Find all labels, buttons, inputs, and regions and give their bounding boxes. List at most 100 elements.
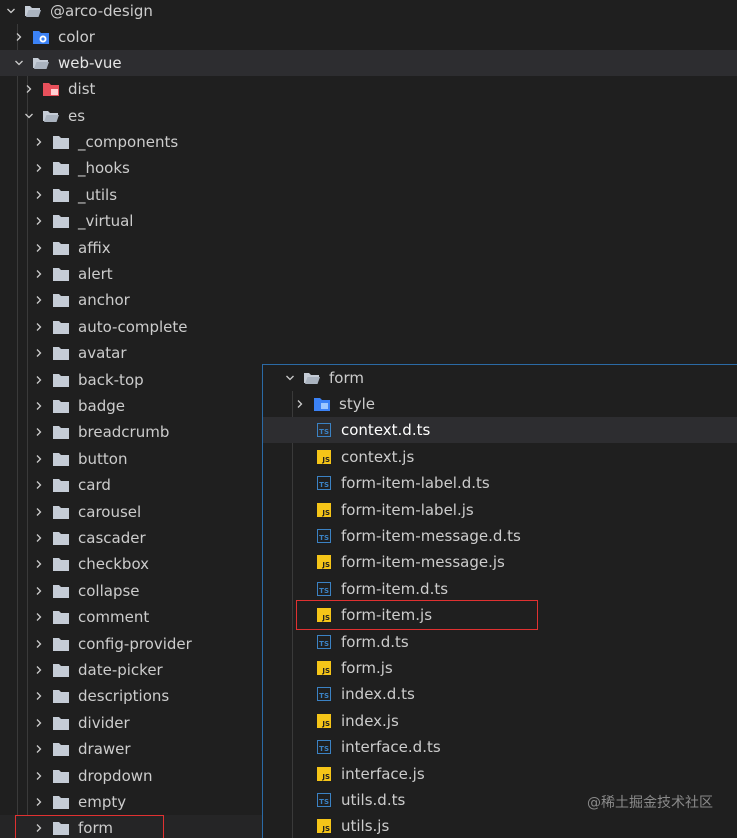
javascript-file-icon: JS — [315, 766, 333, 782]
folder-icon — [52, 160, 70, 176]
ts-badge-text: TS — [317, 687, 331, 702]
tree-item-label: comment — [78, 608, 150, 627]
tree-item-label: affix — [78, 238, 111, 257]
tree-item-affix[interactable]: affix — [0, 235, 737, 261]
tree-item-label: form-item-label.d.ts — [341, 474, 490, 493]
tree-item-label: collapse — [78, 581, 140, 600]
tree-item-label: utils.d.ts — [341, 791, 406, 809]
folder-icon — [52, 609, 70, 625]
tree-item-index-d-ts[interactable]: TS index.d.ts — [263, 681, 737, 707]
file-explorer: @arco-design color web-vue dist es _comp… — [0, 0, 737, 838]
chevron-right-icon — [293, 397, 307, 411]
form-folder-zoom-panel: form style TS context.d.ts JS context.js TS fo… — [262, 364, 737, 838]
tree-item-label: web-vue — [58, 54, 122, 72]
chevron-right-icon — [32, 769, 46, 783]
chevron-right-icon — [32, 716, 46, 730]
folder-icon — [52, 688, 70, 704]
javascript-file-icon: JS — [315, 713, 333, 729]
tree-item-context-d-ts[interactable]: TS context.d.ts — [263, 417, 737, 444]
js-badge-text: JS — [317, 766, 331, 781]
typescript-file-icon: TS — [315, 686, 333, 702]
js-badge-text: JS — [317, 502, 331, 517]
tree-item-index-js[interactable]: JS index.js — [263, 708, 737, 734]
ts-badge-text: TS — [317, 740, 331, 755]
tree-item-form-js[interactable]: JS form.js — [263, 655, 737, 681]
tree-item-form-d-ts[interactable]: TS form.d.ts — [263, 629, 737, 655]
folder-icon — [52, 530, 70, 546]
tree-item-avatar[interactable]: avatar — [0, 340, 737, 366]
chevron-right-icon — [32, 267, 46, 281]
folder-icon — [52, 424, 70, 440]
tree-item-context-js[interactable]: JS context.js — [263, 444, 737, 470]
tree-item-form-item-label-js[interactable]: JS form-item-label.js — [263, 497, 737, 523]
tree-item-label: descriptions — [78, 687, 170, 706]
tree-item-label: form-item-message.d.ts — [341, 527, 521, 545]
tree-item-label: index.js — [341, 711, 399, 730]
tree-item-underscore-virtual[interactable]: _virtual — [0, 208, 737, 234]
tree-item-label: config-provider — [78, 634, 192, 653]
chevron-right-icon — [32, 478, 46, 492]
folder-icon — [52, 292, 70, 308]
tree-item-label: _hooks — [78, 159, 130, 178]
folder-open-icon — [303, 370, 321, 386]
tree-item-interface-js[interactable]: JS interface.js — [263, 761, 737, 787]
chevron-right-icon — [32, 557, 46, 571]
chevron-right-icon — [32, 214, 46, 228]
tree-item-dist[interactable]: dist — [0, 76, 737, 102]
typescript-file-icon: TS — [315, 792, 333, 808]
tree-item-utils-js[interactable]: JS utils.js — [263, 813, 737, 838]
typescript-file-icon: TS — [315, 422, 333, 438]
tree-item-form-item-d-ts[interactable]: TS form-item.d.ts — [263, 576, 737, 602]
folder-open-icon — [32, 55, 50, 71]
js-badge-text: JS — [317, 819, 331, 834]
tree-item-label: es — [68, 107, 86, 125]
tree-item-style[interactable]: style — [263, 391, 737, 417]
chevron-right-icon — [32, 452, 46, 466]
chevron-right-icon — [32, 161, 46, 175]
tree-item-color[interactable]: color — [0, 24, 737, 50]
tree-item-underscore-components[interactable]: _components — [0, 129, 737, 155]
tree-item-underscore-hooks[interactable]: _hooks — [0, 155, 737, 181]
folder-icon — [52, 794, 70, 810]
tree-item-es[interactable]: es — [0, 103, 737, 129]
tree-item-label: carousel — [78, 502, 142, 521]
chevron-down-icon — [4, 4, 18, 18]
tree-item-form-item-label-d-ts[interactable]: TS form-item-label.d.ts — [263, 470, 737, 496]
chevron-right-icon — [32, 346, 46, 360]
tree-item-alert[interactable]: alert — [0, 261, 737, 287]
chevron-right-icon — [32, 373, 46, 387]
tree-item-web-vue[interactable]: web-vue — [0, 50, 737, 76]
tree-item-label: dist — [68, 80, 96, 98]
ts-badge-text: TS — [317, 581, 331, 596]
folder-icon — [52, 240, 70, 256]
tree-item-form[interactable]: form — [263, 365, 737, 391]
tree-item-arco-design[interactable]: @arco-design — [0, 0, 737, 24]
chevron-down-icon — [12, 56, 26, 70]
tree-item-interface-d-ts[interactable]: TS interface.d.ts — [263, 734, 737, 760]
tree-item-label: back-top — [78, 370, 144, 389]
tree-item-label: card — [78, 476, 111, 495]
chevron-right-icon — [22, 82, 36, 96]
ts-badge-text: TS — [317, 423, 331, 438]
tree-item-label: anchor — [78, 291, 130, 310]
tree-item-label: date-picker — [78, 661, 163, 679]
tree-item-label: empty — [78, 793, 127, 811]
tree-item-label: form-item-label.js — [341, 500, 474, 519]
ts-badge-text: TS — [317, 476, 331, 491]
chevron-down-icon — [22, 109, 36, 123]
typescript-file-icon: TS — [315, 739, 333, 755]
chevron-right-icon — [32, 135, 46, 149]
tree-item-label: form-item-message.js — [341, 553, 505, 572]
tree-item-underscore-utils[interactable]: _utils — [0, 182, 737, 208]
chevron-right-icon — [32, 637, 46, 651]
tree-item-auto-complete[interactable]: auto-complete — [0, 314, 737, 340]
javascript-file-icon: JS — [315, 449, 333, 465]
tree-item-anchor[interactable]: anchor — [0, 287, 737, 313]
tree-item-label: form-item.d.ts — [341, 579, 449, 598]
tree-item-label: context.d.ts — [341, 421, 431, 440]
tree-item-label: context.js — [341, 447, 415, 466]
chevron-right-icon — [32, 241, 46, 255]
chevron-down-icon — [283, 371, 297, 385]
tree-item-form-item-message-d-ts[interactable]: TS form-item-message.d.ts — [263, 523, 737, 549]
tree-item-form-item-message-js[interactable]: JS form-item-message.js — [263, 549, 737, 575]
